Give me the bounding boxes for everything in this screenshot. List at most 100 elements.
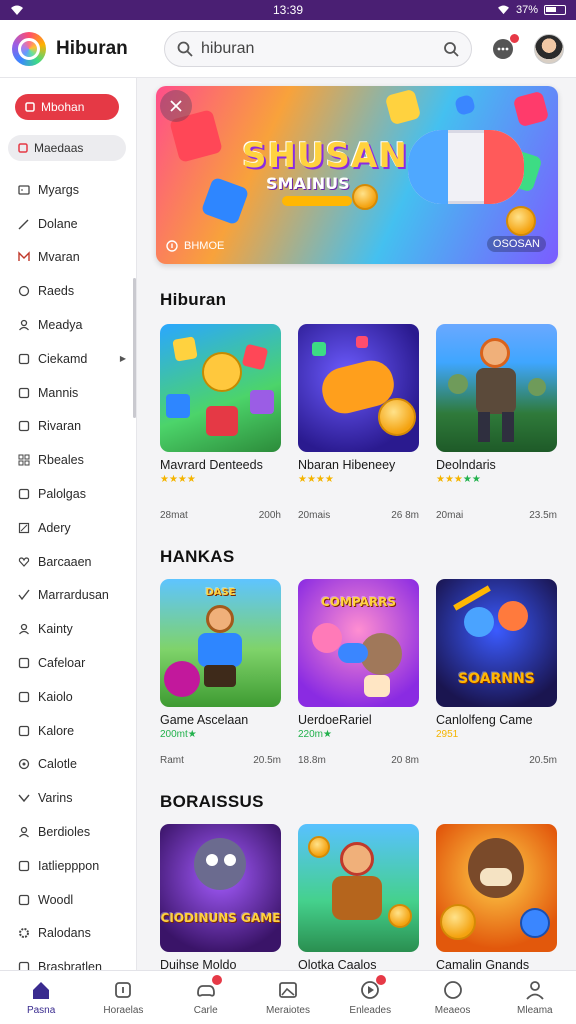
gear-icon <box>19 928 29 939</box>
section-title: BORAISSUS <box>160 792 264 811</box>
sidebar-item[interactable]: Marrardusan <box>0 579 136 613</box>
card-meta: 20mais 26 8m <box>298 510 419 521</box>
sidebar-cta-button[interactable]: Mbohan <box>15 94 119 120</box>
rating-stars: 220m★ <box>298 729 332 740</box>
nav-item[interactable]: Meaeos <box>411 971 493 1024</box>
square-icon <box>18 691 30 702</box>
sidebar-item-active[interactable]: Maedaas <box>8 135 126 161</box>
search-bar[interactable] <box>164 30 472 67</box>
nav-item[interactable]: Meraiotes <box>247 971 329 1024</box>
sidebar-item[interactable]: Raeds <box>0 274 136 308</box>
sidebar-item[interactable]: Rivaran <box>0 410 136 444</box>
search-input[interactable] <box>201 39 443 58</box>
sidebar-item-label: Kainty <box>38 622 73 637</box>
game-card[interactable]: DASE Game Ascelaan 200mt★ Ramt 20.5m <box>160 579 281 766</box>
sidebar-item[interactable]: Adery <box>0 511 136 545</box>
sidebar-item-label: Kaiolo <box>38 689 73 704</box>
nav-badge <box>211 975 222 985</box>
sidebar-item[interactable]: Kalore <box>0 714 136 748</box>
thumbnail-text: COMPARRS <box>320 595 397 609</box>
nav-item[interactable]: Mleama <box>494 971 576 1024</box>
square-icon <box>25 102 35 112</box>
nav-item-label: Pasna <box>26 1005 56 1016</box>
sidebar-item[interactable]: Brasbratlen <box>0 950 136 970</box>
sidebar-item-label: Brasbratlen <box>38 960 102 970</box>
square-icon <box>18 488 30 500</box>
bottom-navigation: Pasna Horaelas Carle Meraiotes Enleades Meaeo… <box>0 970 576 1024</box>
sidebar-item[interactable]: Myargs <box>0 173 136 207</box>
sidebar-item-label: Woodl <box>38 892 74 907</box>
main-content: SHUSAN SMAINUS BHMOE OSOSAN Hiburan Mavr… <box>137 78 576 970</box>
sidebar-item[interactable]: Meadya <box>0 308 136 342</box>
sidebar-item-label: Mannis <box>38 385 79 400</box>
banner-footer-right: OSOSAN <box>486 236 546 252</box>
notification-badge <box>509 32 520 44</box>
sidebar-scrollbar[interactable] <box>133 278 136 418</box>
coin-shape <box>506 206 536 236</box>
banner-close-button[interactable] <box>160 90 192 122</box>
game-card[interactable]: Mavrard Denteeds ★★★★ 28mat 200h <box>160 324 281 521</box>
nav-item[interactable]: Carle <box>165 971 247 1024</box>
game-card[interactable]: Olotka Caalos ★★★★ <box>298 824 419 970</box>
nav-item[interactable]: Horaelas <box>82 971 164 1024</box>
sidebar-item-label: Palolgas <box>38 487 86 502</box>
sidebar-item[interactable]: Iatliepppon <box>0 849 136 883</box>
card-title: Camalin Gnands <box>436 958 530 970</box>
game-card[interactable]: Nbaran Hibeneey ★★★★ 20mais 26 8m <box>298 324 419 521</box>
sidebar-item[interactable]: Kainty <box>0 612 136 646</box>
sidebar-item[interactable]: Berdioles <box>0 815 136 849</box>
sidebar-item[interactable]: Dolane <box>0 207 136 241</box>
square-icon <box>18 421 30 432</box>
search-submit-icon[interactable] <box>443 41 459 57</box>
sidebar-item[interactable]: Ciekamd ▶ <box>0 342 136 376</box>
sidebar-item[interactable]: Calotle <box>0 748 136 782</box>
sidebar-item[interactable]: Mvaran <box>0 241 136 275</box>
nav-item-label: Meaeos <box>434 1005 471 1016</box>
sidebar-item[interactable]: Woodl <box>0 883 136 917</box>
card-meta: 20.5m <box>436 755 557 766</box>
game-card[interactable]: COMPARRS UerdoeRariel 220m★ 18.8m 20 8m <box>298 579 419 766</box>
rating-stars: 2951 <box>436 729 459 740</box>
card-title: Canlolfeng Came <box>436 713 533 727</box>
sidebar-item[interactable]: Palolgas <box>0 477 136 511</box>
user-avatar[interactable] <box>534 33 564 64</box>
card-grid: DASE Game Ascelaan 200mt★ Ramt 20.5m COM… <box>160 579 576 766</box>
card-meta: Ramt 20.5m <box>160 755 281 766</box>
person-icon <box>19 624 29 635</box>
sidebar-item-label: Marrardusan <box>38 588 109 603</box>
card-meta-right: 23.5m <box>529 510 557 521</box>
game-card[interactable]: CIODINUNS GAME Duihse Moldo ★★★★ <box>160 824 281 970</box>
game-card[interactable]: SOARNNS Canlolfeng Came 2951 20.5m <box>436 579 557 766</box>
card-title: Mavrard Denteeds <box>160 458 263 472</box>
sidebar-item[interactable]: Ralodans <box>0 917 136 951</box>
battery-percent: 37% <box>515 4 538 16</box>
chart-icon <box>18 522 30 533</box>
sidebar-item-label: Rbeales <box>38 453 84 468</box>
card-title: Olotka Caalos <box>298 958 377 970</box>
banner-ribbon <box>282 196 352 206</box>
sidebar-item[interactable]: Cafeloar <box>0 646 136 680</box>
home-icon <box>33 982 50 999</box>
app-logo[interactable] <box>12 31 46 66</box>
sidebar-item[interactable]: Varins <box>0 781 136 815</box>
card-meta-right: 26 8m <box>391 510 419 521</box>
dice-shape <box>453 93 477 117</box>
notification-button[interactable] <box>490 32 520 62</box>
sidebar-item[interactable]: Mannis <box>0 376 136 410</box>
wifi-icon <box>11 5 23 15</box>
game-card[interactable]: Deolndaris ★★★★★ 20mai 23.5m <box>436 324 557 521</box>
sidebar-item-label: Iatliepppon <box>38 858 100 873</box>
section-boraissus: BORAISSUS CIODINUNS GAME Duihse Moldo ★★… <box>156 792 576 970</box>
square-icon <box>115 982 132 998</box>
sidebar-item[interactable]: Barcaaen <box>0 545 136 579</box>
person-icon <box>526 981 544 1000</box>
game-card[interactable]: Camalin Gnands ★★★★ <box>436 824 557 970</box>
nav-item[interactable]: Enleades <box>329 971 411 1024</box>
sidebar-item-label: Berdioles <box>38 825 91 840</box>
sidebar-item[interactable]: Rbeales <box>0 443 136 477</box>
square-icon <box>18 353 30 365</box>
hero-banner[interactable]: SHUSAN SMAINUS BHMOE OSOSAN <box>156 86 558 264</box>
sidebar-item[interactable]: Kaiolo <box>0 680 136 714</box>
status-right: 37% <box>497 4 566 16</box>
nav-item[interactable]: Pasna <box>0 971 82 1024</box>
